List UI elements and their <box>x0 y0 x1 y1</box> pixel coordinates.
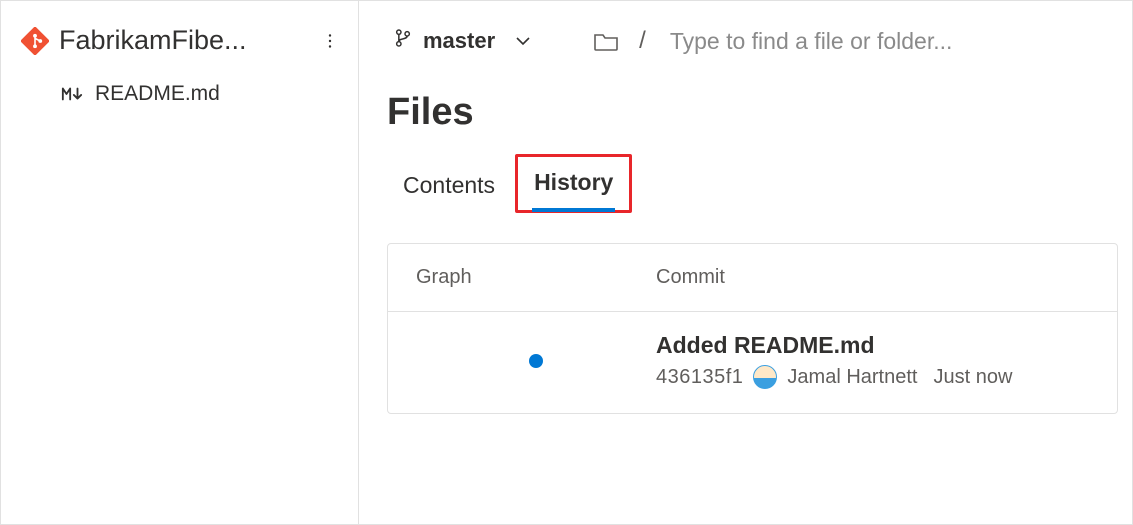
branch-selector[interactable]: master <box>387 24 539 58</box>
column-header-commit[interactable]: Commit <box>656 266 1089 289</box>
more-options-icon[interactable] <box>316 27 344 55</box>
commit-row[interactable]: Added README.md 436135f1 Jamal Hartnett … <box>388 311 1117 413</box>
tab-history[interactable]: History <box>515 154 632 213</box>
commit-time: Just now <box>933 366 1012 389</box>
repo-header[interactable]: FabrikamFibe... <box>17 19 348 74</box>
column-header-graph[interactable]: Graph <box>416 266 656 289</box>
path-separator: / <box>639 27 646 55</box>
avatar[interactable] <box>753 365 777 389</box>
toolbar: master / <box>387 19 1118 63</box>
app-root: FabrikamFibe... README.md <box>0 0 1133 525</box>
graph-cell <box>416 354 656 368</box>
tab-label: Contents <box>403 172 495 198</box>
repo-name: FabrikamFibe... <box>59 25 306 56</box>
main: master / Files Contents Histor <box>359 1 1132 524</box>
branch-name: master <box>423 28 495 54</box>
tree-item-label: README.md <box>95 82 220 106</box>
page-title: Files <box>387 91 1118 134</box>
tabs: Contents History <box>387 154 1118 213</box>
git-icon <box>21 27 49 55</box>
history-panel: Graph Commit Added README.md 436135f1 Ja… <box>387 243 1118 414</box>
history-header-row: Graph Commit <box>388 244 1117 311</box>
markdown-file-icon <box>61 83 83 105</box>
commit-node-icon <box>529 354 543 368</box>
folder-icon[interactable] <box>593 30 619 52</box>
sidebar: FabrikamFibe... README.md <box>1 1 359 524</box>
commit-author[interactable]: Jamal Hartnett <box>787 366 917 389</box>
commit-message[interactable]: Added README.md <box>656 332 1089 359</box>
commit-hash[interactable]: 436135f1 <box>656 366 743 389</box>
branch-icon <box>393 28 413 54</box>
path-search-input[interactable] <box>666 24 1118 59</box>
chevron-down-icon <box>513 31 533 51</box>
tree-item-readme[interactable]: README.md <box>17 74 348 114</box>
tab-label: History <box>534 169 613 195</box>
commit-cell: Added README.md 436135f1 Jamal Hartnett … <box>656 332 1089 389</box>
commit-meta: 436135f1 Jamal Hartnett Just now <box>656 365 1089 389</box>
tab-contents[interactable]: Contents <box>387 160 511 213</box>
